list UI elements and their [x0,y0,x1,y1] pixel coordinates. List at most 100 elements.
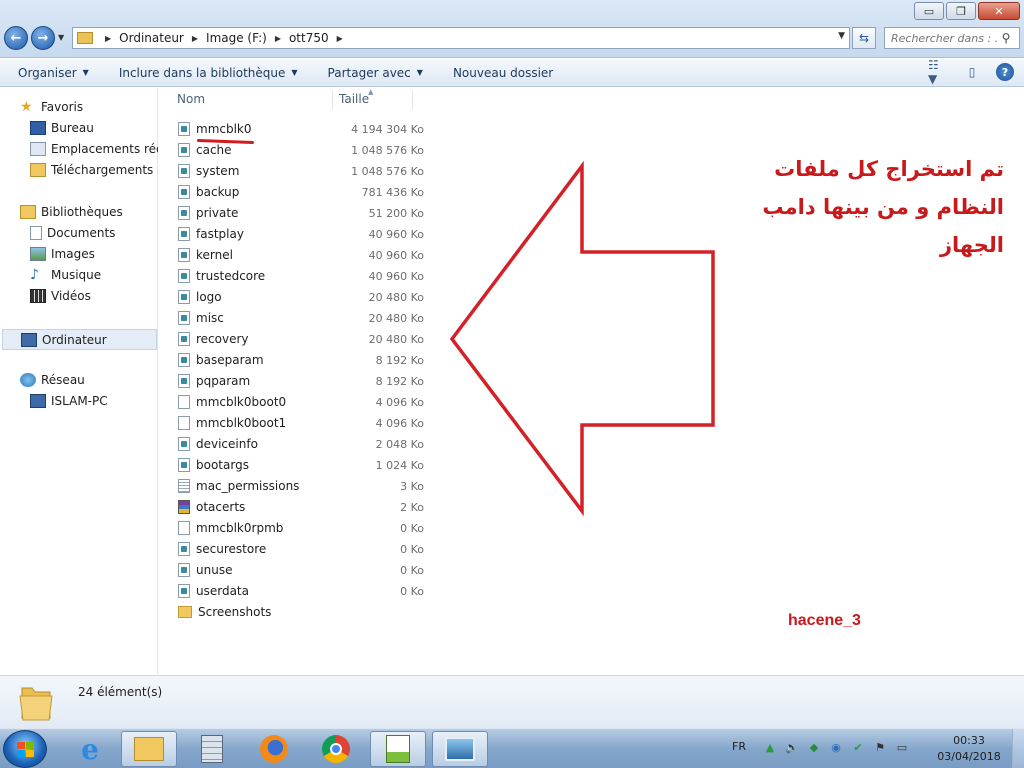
taskbar-photo-viewer[interactable] [432,731,488,767]
file-row[interactable]: mmcblk0boot1 4 096 Ko [178,413,424,433]
file-row[interactable]: pqparam 8 192 Ko [178,371,424,391]
column-divider[interactable] [412,90,413,110]
taskbar-notepad[interactable] [370,731,426,767]
file-row[interactable]: unuse 0 Ko [178,560,424,580]
address-bar[interactable]: ▶ Ordinateur ▶ Image (F:) ▶ ott750 ▶ ▼ [72,27,850,49]
new-folder-button[interactable]: Nouveau dossier [453,66,553,80]
breadcrumb-folder[interactable]: ott750 [289,31,329,45]
sidebar-item-libraries[interactable]: Bibliothèques [20,205,123,219]
file-row[interactable]: baseparam 8 192 Ko [178,350,424,370]
sidebar-item-images[interactable]: Images [30,247,95,261]
show-desktop-button[interactable] [1012,729,1024,768]
computer-icon [21,332,37,347]
file-row[interactable]: kernel 40 960 Ko [178,245,424,265]
file-row[interactable]: securestore 0 Ko [178,539,424,559]
close-button[interactable]: ✕ [978,2,1020,20]
search-input[interactable] [885,31,997,45]
file-size: 2 Ko [400,500,424,514]
column-header-name[interactable]: Nom [177,92,205,106]
file-size: 781 436 Ko [361,185,424,199]
sidebar-item-computer[interactable]: Ordinateur [2,329,157,350]
file-row[interactable]: userdata 0 Ko [178,581,424,601]
organize-menu[interactable]: Organiser ▼ [18,66,89,80]
chevron-right-icon[interactable]: ▶ [192,34,198,43]
column-divider[interactable] [332,90,333,110]
new-folder-label: Nouveau dossier [452,65,554,80]
file-row[interactable]: fastplay 40 960 Ko [178,224,424,244]
annotation-line: النظام و من بينها دامب [762,195,1004,219]
search-box[interactable]: ⚲ [884,27,1020,49]
file-row[interactable]: otacerts 2 Ko [178,497,424,517]
back-button[interactable]: ← [4,26,28,50]
address-dropdown-icon[interactable]: ▼ [838,31,845,41]
file-row[interactable]: mac_permissions 3 Ko [178,476,424,496]
taskbar-chrome[interactable] [308,731,364,767]
forward-button[interactable]: → [31,26,55,50]
recent-pages-dropdown[interactable]: ▼ [58,33,64,42]
minimize-button[interactable]: ▭ [914,2,944,20]
file-row[interactable]: Screenshots [178,602,408,622]
file-row[interactable]: bootargs 1 024 Ko [178,455,424,475]
file-row[interactable]: mmcblk0boot0 4 096 Ko [178,392,424,412]
file-row[interactable]: deviceinfo 2 048 Ko [178,434,424,454]
file-row[interactable]: cache 1 048 576 Ko [178,140,424,160]
item-count: 24 élément(s) [78,685,163,699]
annotation-line: تم استخراج كل ملفات [774,157,1004,181]
taskbar-firefox[interactable] [246,731,302,767]
breadcrumb-drive[interactable]: Image (F:) [206,31,267,45]
search-icon[interactable]: ⚲ [997,31,1015,45]
file-row[interactable]: logo 20 480 Ko [178,287,424,307]
refresh-button[interactable]: ⇆ [852,27,876,49]
chevron-down-icon: ▼ [416,68,423,77]
file-row[interactable]: misc 20 480 Ko [178,308,424,328]
sidebar-item-desktop[interactable]: Bureau [30,121,94,135]
tray-triangle-icon[interactable]: ▲ [762,739,778,755]
shield-check-icon[interactable]: ✔ [850,739,866,755]
language-indicator[interactable]: FR [732,740,746,753]
sidebar-item-favorites[interactable]: ★ Favoris [20,100,83,114]
action-center-flag-icon[interactable]: ⚑ [872,739,888,755]
arrow-left-icon: ← [10,30,22,46]
include-library-menu[interactable]: Inclure dans la bibliothèque ▼ [119,66,298,80]
file-row[interactable]: private 51 200 Ko [178,203,424,223]
maximize-button[interactable]: ❐ [946,2,976,20]
help-icon[interactable]: ? [996,63,1014,81]
volume-icon[interactable]: 🔈 [784,739,800,755]
security-icon[interactable]: ◉ [828,739,844,755]
file-icon [178,164,190,178]
file-icon [178,290,190,304]
sidebar-item-documents[interactable]: Documents [30,226,115,240]
file-name: Screenshots [198,605,272,619]
file-row[interactable]: recovery 20 480 Ko [178,329,424,349]
chevron-right-icon[interactable]: ▶ [105,34,111,43]
chevron-right-icon[interactable]: ▶ [337,34,343,43]
share-menu[interactable]: Partager avec ▼ [328,66,423,80]
taskbar-explorer[interactable] [121,731,177,767]
display-icon[interactable]: ▭ [894,739,910,755]
sidebar-item-recent[interactable]: Emplacements récents [30,142,158,156]
breadcrumb-ordinateur[interactable]: Ordinateur [119,31,184,45]
taskbar-internet-explorer[interactable]: e [62,731,118,767]
file-row[interactable]: backup 781 436 Ko [178,182,424,202]
view-details-icon[interactable]: ☷ ▼ [928,58,948,86]
sidebar-item-downloads[interactable]: Téléchargements [30,163,153,177]
preview-pane-icon[interactable]: ▯ [962,63,982,81]
file-row[interactable]: mmcblk0 4 194 304 Ko [178,119,424,139]
sidebar-item-pc[interactable]: ISLAM-PC [30,394,108,408]
network-tray-icon[interactable]: ◆ [806,739,822,755]
start-button[interactable] [3,730,47,768]
sidebar-item-network[interactable]: Réseau [20,373,85,387]
file-row[interactable]: mmcblk0rpmb 0 Ko [178,518,424,538]
file-row[interactable]: system 1 048 576 Ko [178,161,424,181]
file-row[interactable]: trustedcore 40 960 Ko [178,266,424,286]
music-note-icon: ♪ [30,268,39,282]
clock[interactable]: 00:33 03/04/2018 [935,733,1003,765]
sidebar-item-videos[interactable]: Vidéos [30,289,91,303]
breadcrumb: ▶ Ordinateur ▶ Image (F:) ▶ ott750 ▶ [97,31,351,45]
taskbar-calculator[interactable] [184,731,240,767]
sidebar-label: Réseau [41,373,85,387]
sidebar-item-music[interactable]: ♪ Musique [30,268,101,282]
chevron-right-icon[interactable]: ▶ [275,34,281,43]
column-header-size[interactable]: Taille [339,92,369,106]
file-explorer-icon [134,737,164,761]
